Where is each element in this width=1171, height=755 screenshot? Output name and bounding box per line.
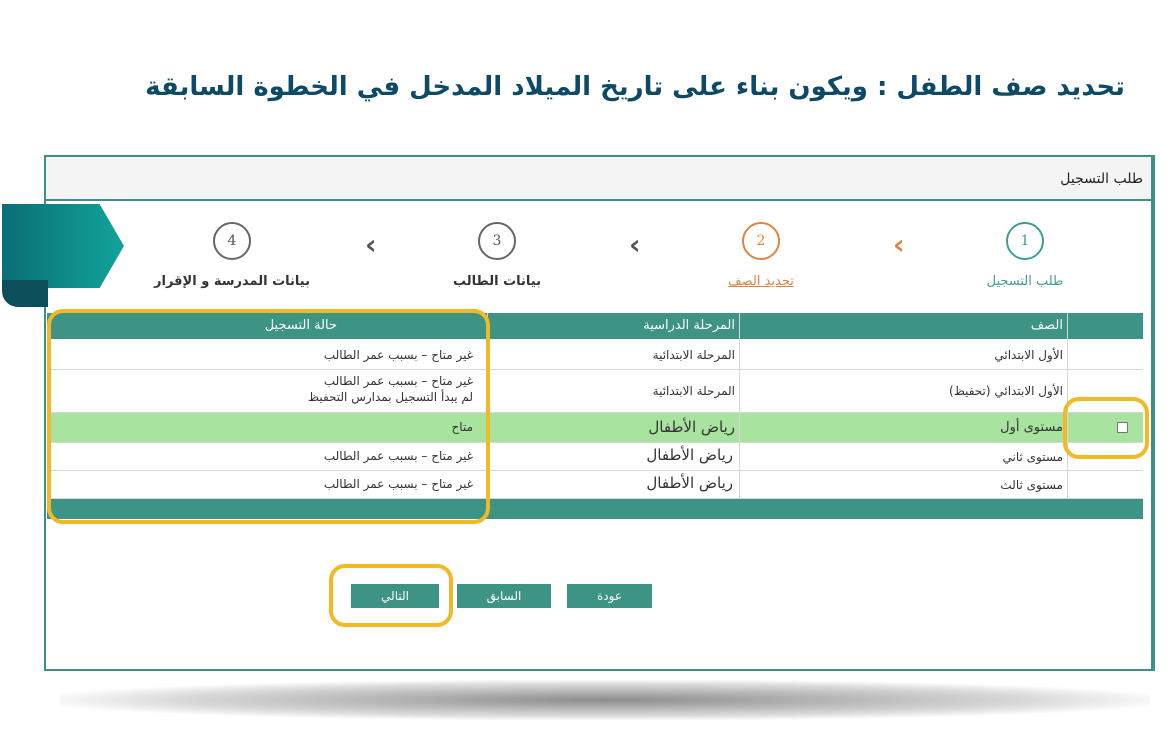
step-1[interactable]: 1 طلب التسجيل [925, 222, 1125, 289]
panel-title: طلب التسجيل [1060, 171, 1143, 187]
cell-grade: مستوى أول [1000, 420, 1063, 435]
decorative-ribbon-curl [2, 280, 48, 307]
step-4-label: بيانات المدرسة و الإقرار [154, 274, 310, 289]
status-column-highlight [47, 309, 490, 524]
checkbox-highlight [1063, 397, 1149, 459]
step-2-number: 2 [742, 222, 780, 260]
previous-button[interactable]: السابق [457, 584, 551, 608]
cell-stage: رياض الأطفال [646, 474, 733, 492]
step-1-label: طلب التسجيل [986, 274, 1064, 289]
step-1-number: 1 [1006, 222, 1044, 260]
step-3-label: بيانات الطالب [453, 274, 541, 289]
step-3-number: 3 [478, 222, 516, 260]
chevron-left-icon: ‹ [893, 228, 905, 261]
decorative-ribbon [2, 204, 124, 288]
page-headline: تحديد صف الطفل : ويكون بناء على تاريخ ال… [145, 72, 1125, 102]
cell-stage: رياض الأطفال [648, 418, 735, 436]
cell-grade: مستوى ثالث [1000, 478, 1063, 492]
step-3[interactable]: 3 بيانات الطالب [397, 222, 597, 289]
header-grade: الصف [1030, 318, 1063, 333]
cell-stage: المرحلة الابتدائية [652, 384, 735, 398]
step-2-label: تحديد الصف [728, 274, 794, 289]
panel-shadow [60, 680, 1150, 720]
step-2[interactable]: 2 تحديد الصف [661, 222, 861, 289]
chevron-left-icon: ‹ [365, 228, 377, 261]
back-button[interactable]: عودة [567, 584, 652, 608]
cell-grade: الأول الابتدائي [994, 348, 1063, 362]
chevron-left-icon: ‹ [629, 228, 641, 261]
panel-header: طلب التسجيل [46, 157, 1151, 201]
header-stage: المرحلة الدراسية [643, 318, 735, 333]
cell-grade: الأول الابتدائي (تحفيظ) [949, 384, 1063, 398]
step-4-number: 4 [213, 222, 251, 260]
cell-stage: المرحلة الابتدائية [652, 348, 735, 362]
cell-stage: رياض الأطفال [646, 446, 733, 464]
column-divider [739, 313, 740, 499]
next-button[interactable]: التالي [351, 584, 439, 608]
cell-grade: مستوى ثاني [1002, 450, 1064, 464]
step-4[interactable]: 4 بيانات المدرسة و الإقرار [132, 222, 332, 289]
